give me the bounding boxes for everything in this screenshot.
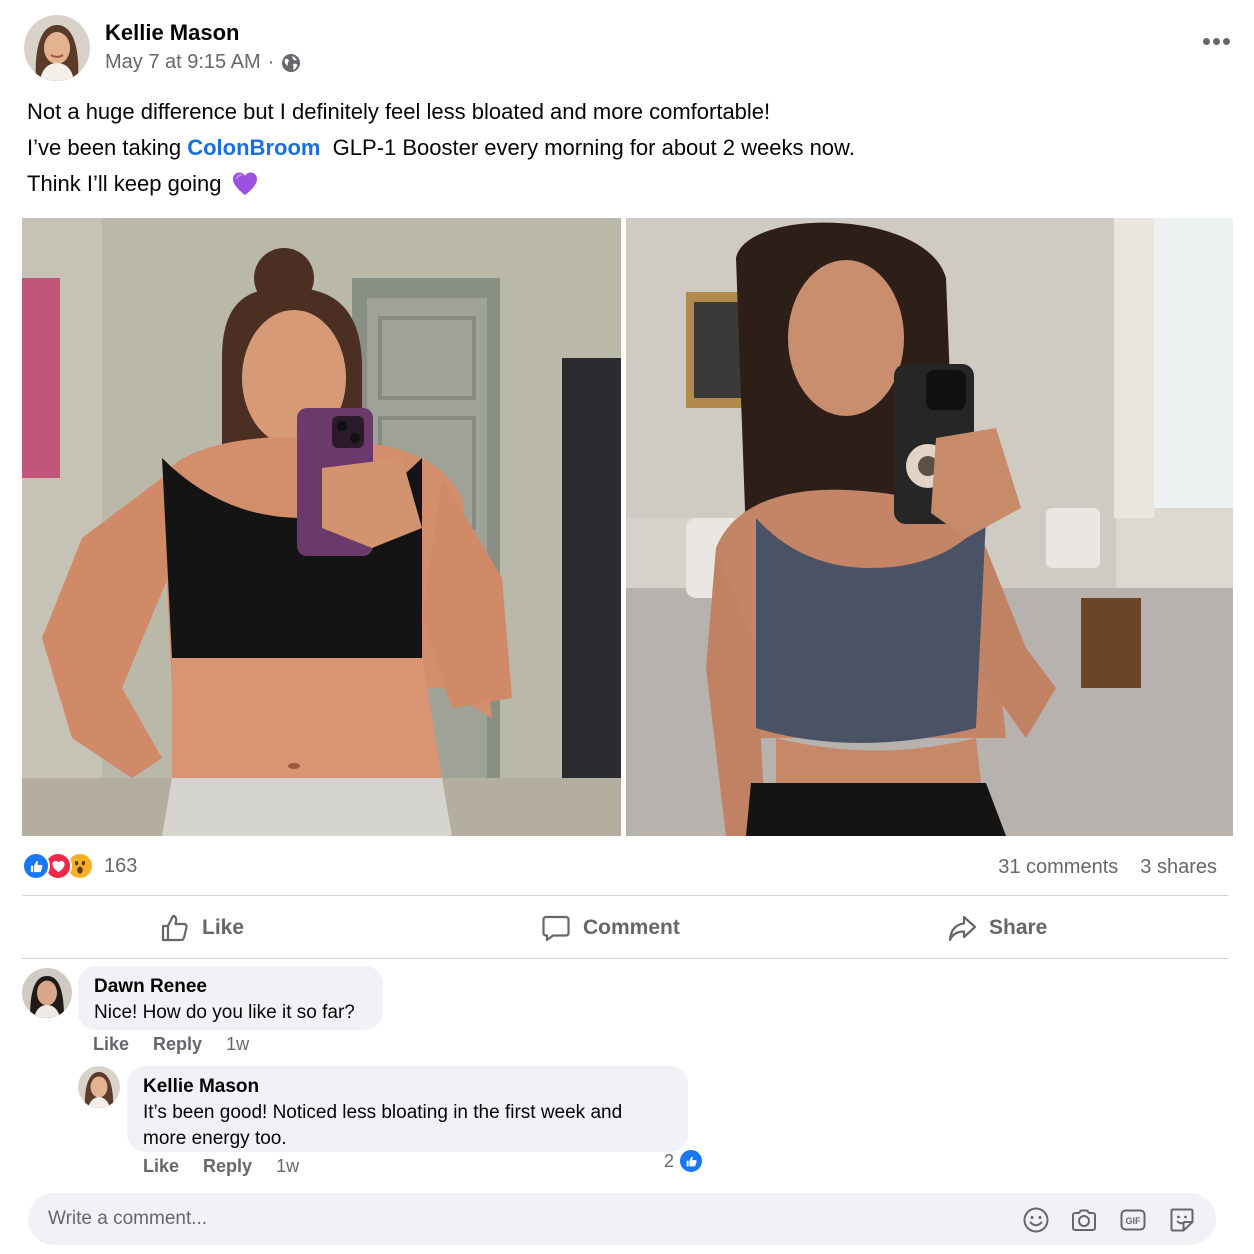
sticker-icon[interactable] bbox=[1168, 1206, 1196, 1234]
comments-count[interactable]: 31 comments bbox=[998, 856, 1118, 879]
more-options-icon bbox=[1202, 37, 1210, 45]
share-button[interactable]: Share bbox=[947, 908, 1047, 948]
emoji-icon[interactable] bbox=[1022, 1206, 1050, 1234]
svg-text:GIF: GIF bbox=[1126, 1216, 1142, 1226]
reply-like-count[interactable]: 2 bbox=[664, 1148, 705, 1174]
before-photo[interactable] bbox=[22, 218, 621, 836]
comment-icon bbox=[542, 915, 570, 942]
purple-heart-emoji bbox=[232, 171, 258, 197]
reply-reply-button[interactable]: Reply bbox=[203, 1156, 252, 1177]
shares-count[interactable]: 3 shares bbox=[1140, 856, 1217, 879]
divider-top bbox=[22, 895, 1228, 896]
divider-bottom bbox=[22, 958, 1228, 959]
more-options-button[interactable] bbox=[1196, 26, 1236, 56]
like-button[interactable]: Like bbox=[160, 908, 244, 948]
like-badge-icon bbox=[678, 1148, 705, 1174]
comment-reply-button[interactable]: Reply bbox=[153, 1034, 202, 1055]
post-text-line-2: I’ve been taking ColonBroom GLP-1 Booste… bbox=[27, 135, 855, 160]
share-icon bbox=[948, 915, 977, 942]
author-avatar[interactable] bbox=[24, 15, 90, 81]
gif-icon[interactable]: GIF bbox=[1119, 1206, 1147, 1234]
comment-composer: GIF bbox=[28, 1193, 1216, 1245]
thumbs-up-icon bbox=[161, 914, 188, 942]
author-name[interactable]: Kellie Mason bbox=[105, 20, 239, 46]
post-text: Not a huge difference but I definitely f… bbox=[27, 94, 855, 202]
reply-actions: Like Reply 1w bbox=[143, 1156, 299, 1177]
reactions-summary[interactable]: 163 bbox=[22, 852, 137, 880]
camera-icon[interactable] bbox=[1070, 1206, 1098, 1234]
comment-author[interactable]: Dawn Renee bbox=[94, 974, 367, 1000]
reaction-count: 163 bbox=[104, 854, 138, 877]
like-reaction-icon bbox=[22, 852, 50, 880]
comment-bubble: Dawn Renee Nice! How do you like it so f… bbox=[78, 966, 383, 1030]
reply-bubble: Kellie Mason It’s been good! Noticed les… bbox=[127, 1066, 688, 1152]
post-timestamp[interactable]: May 7 at 9:15 AM bbox=[105, 51, 261, 74]
post-meta: May 7 at 9:15 AM · bbox=[105, 51, 301, 74]
comment-input[interactable] bbox=[48, 1193, 948, 1245]
reply-author[interactable]: Kellie Mason bbox=[143, 1074, 672, 1100]
commenter-avatar[interactable] bbox=[22, 968, 72, 1018]
reply-author-avatar[interactable] bbox=[78, 1066, 120, 1108]
reply-text-line-2: more energy too. bbox=[143, 1128, 287, 1149]
reply-like-button[interactable]: Like bbox=[143, 1156, 179, 1177]
brand-link[interactable]: ColonBroom bbox=[187, 135, 320, 160]
meta-separator: · bbox=[267, 51, 275, 73]
comment-actions: Like Reply 1w bbox=[93, 1034, 249, 1055]
post-stats: 31 comments 3 shares bbox=[998, 856, 1217, 879]
comment-time[interactable]: 1w bbox=[226, 1034, 249, 1055]
comment-text: Nice! How do you like it so far? bbox=[94, 1002, 355, 1023]
comment-like-button[interactable]: Like bbox=[93, 1034, 129, 1055]
facebook-post: Kellie Mason May 7 at 9:15 AM · Not a hu… bbox=[0, 0, 1254, 1254]
after-photo[interactable] bbox=[626, 218, 1233, 836]
comment-button[interactable]: Comment bbox=[541, 908, 680, 948]
globe-icon bbox=[281, 53, 301, 73]
reply-text-line-1: It’s been good! Noticed less bloating in… bbox=[143, 1102, 623, 1123]
post-text-line-3: Think I’ll keep going bbox=[27, 166, 855, 202]
reply-time[interactable]: 1w bbox=[276, 1156, 299, 1177]
post-text-line-1: Not a huge difference but I definitely f… bbox=[27, 99, 771, 124]
